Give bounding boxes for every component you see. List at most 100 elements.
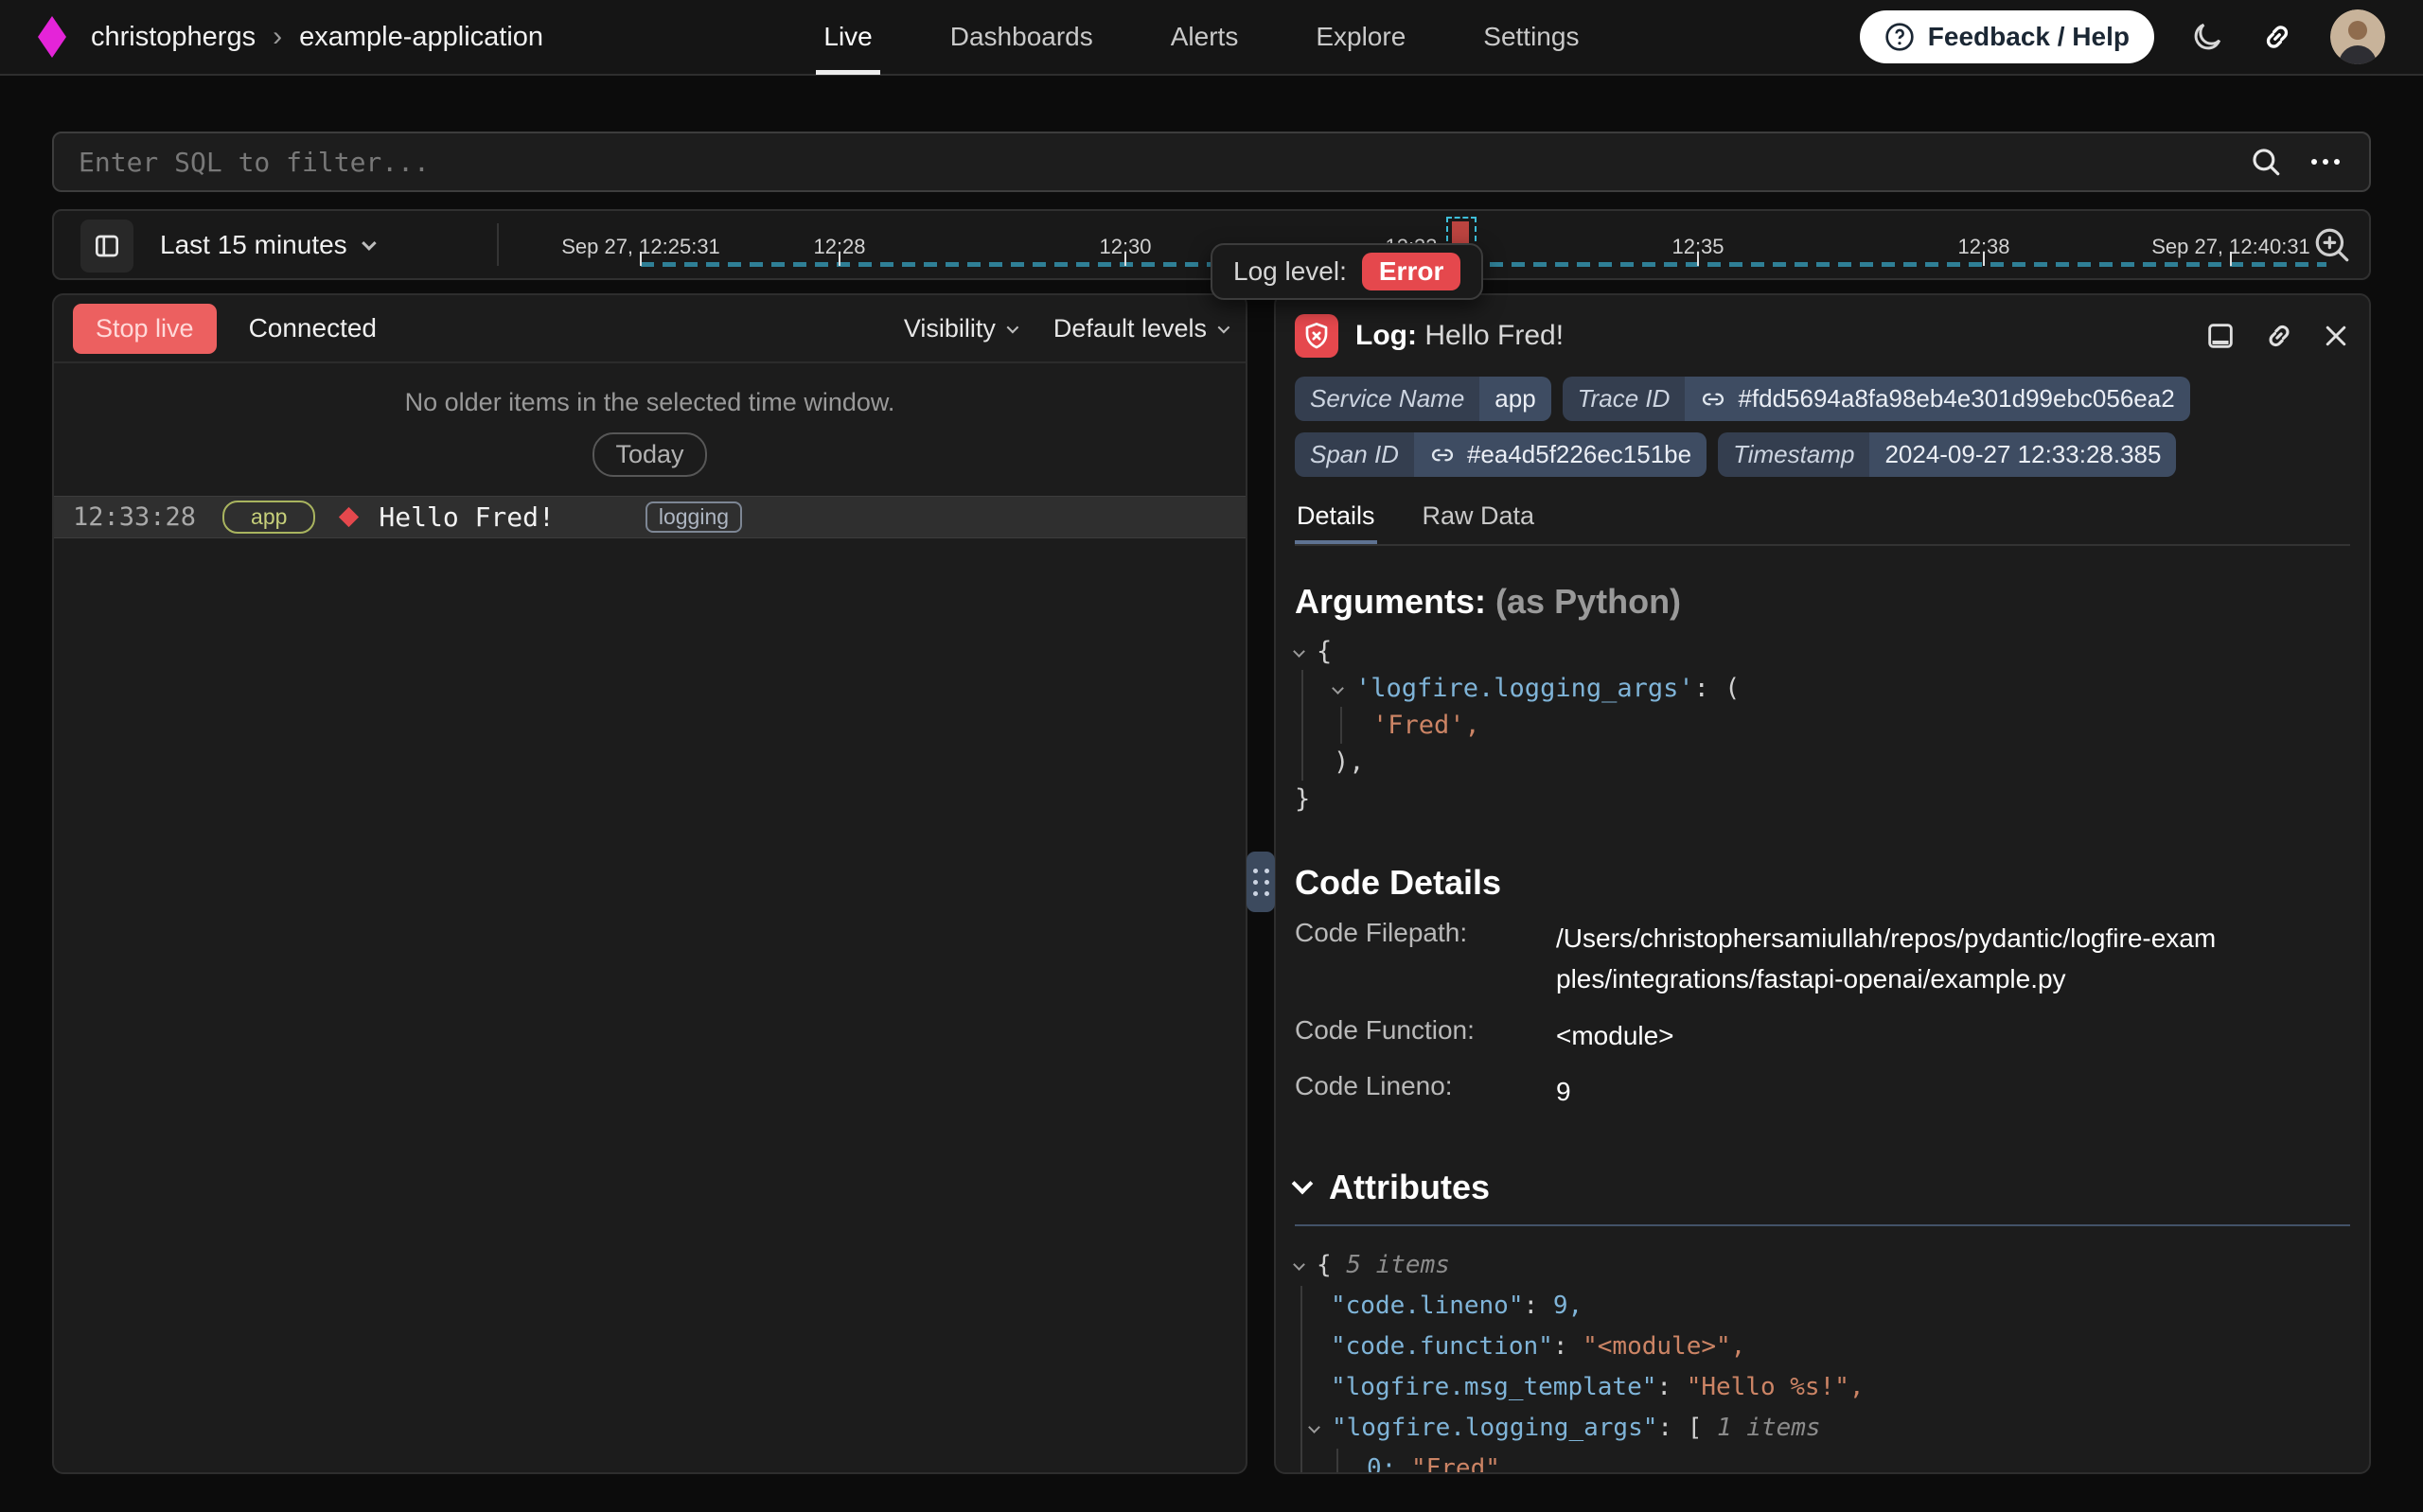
arguments-heading: Arguments: (as Python) xyxy=(1295,582,2350,622)
collapse-chevron-icon[interactable] xyxy=(1308,1421,1320,1433)
trace-id-badge: Trace ID #fdd5694a8fa98eb4e301d99ebc056e… xyxy=(1563,377,2190,421)
json-token: : xyxy=(1524,1292,1539,1320)
chevron-down-icon xyxy=(1292,1172,1314,1194)
more-options-icon[interactable] xyxy=(2307,146,2344,178)
log-title-text: Hello Fred! xyxy=(1424,320,1564,351)
nav-right-group: Feedback / Help xyxy=(1860,9,2385,64)
link-icon[interactable] xyxy=(1700,386,1726,413)
tab-live[interactable]: Live xyxy=(823,0,872,75)
log-title-prefix: Log: xyxy=(1355,320,1417,351)
breadcrumb-project[interactable]: example-application xyxy=(299,22,543,53)
tab-settings[interactable]: Settings xyxy=(1483,0,1579,75)
chevron-down-icon xyxy=(1218,321,1230,333)
panel-left-icon xyxy=(92,231,122,261)
badge-value: #ea4d5f226ec151be xyxy=(1467,440,1691,469)
stop-live-button[interactable]: Stop live xyxy=(73,304,217,354)
code-token: 'logfire.logging_args' xyxy=(1355,674,1694,703)
detail-tabs: Details Raw Data xyxy=(1295,501,2350,546)
live-feed-header: Stop live Connected Visibility Default l… xyxy=(54,295,1246,363)
tab-alerts[interactable]: Alerts xyxy=(1171,0,1239,75)
json-token: : xyxy=(1553,1332,1568,1361)
detail-content: Arguments: (as Python) { 'logfire.loggin… xyxy=(1276,582,2369,1474)
close-icon xyxy=(2322,322,2350,350)
code-filepath-label: Code Filepath: xyxy=(1295,918,1556,1000)
tab-details[interactable]: Details xyxy=(1295,501,1377,544)
attributes-json-tree: { 5 items "code.lineno": 9, "code.functi… xyxy=(1295,1245,2350,1474)
code-token: ), xyxy=(1334,747,1365,777)
attributes-divider xyxy=(1295,1224,2350,1226)
tab-explore[interactable]: Explore xyxy=(1316,0,1406,75)
sql-filter-input[interactable] xyxy=(79,147,2225,178)
visibility-dropdown[interactable]: Visibility xyxy=(904,314,1016,343)
log-level-error-badge: Error xyxy=(1362,253,1460,290)
collapse-chevron-icon[interactable] xyxy=(1332,682,1344,694)
share-link-button[interactable] xyxy=(2260,20,2294,54)
log-row[interactable]: 12:33:28 app Hello Fred! logging xyxy=(54,496,1246,538)
collapse-chevron-icon[interactable] xyxy=(1293,1258,1305,1271)
code-function-label: Code Function: xyxy=(1295,1015,1556,1056)
code-lineno-value: 9 xyxy=(1556,1071,1571,1112)
json-token: { xyxy=(1317,1251,1332,1279)
arguments-subheading: (as Python) xyxy=(1495,582,1681,621)
error-shield-icon xyxy=(1295,314,1338,358)
zoom-in-icon xyxy=(2312,225,2352,265)
code-token: } xyxy=(1295,784,1310,814)
log-detail-title: Log: Hello Fred! xyxy=(1355,320,1564,352)
panel-resize-handle[interactable] xyxy=(1247,852,1275,912)
tooltip-label: Log level: xyxy=(1233,256,1347,287)
json-value: "Hello %s!", xyxy=(1687,1373,1865,1401)
logfire-logo-icon[interactable] xyxy=(38,16,66,58)
badge-label: Timestamp xyxy=(1718,432,1869,477)
service-badge[interactable]: app xyxy=(222,501,315,534)
badge-label: Service Name xyxy=(1295,377,1479,421)
log-timestamp: 12:33:28 xyxy=(73,502,196,532)
copy-link-button[interactable] xyxy=(2263,320,2295,352)
sql-filter-bar xyxy=(52,132,2371,192)
today-button[interactable]: Today xyxy=(592,432,706,477)
empty-window-message: No older items in the selected time wind… xyxy=(54,388,1246,417)
json-value: "<module>", xyxy=(1583,1332,1745,1361)
log-level-tooltip: Log level: Error xyxy=(1211,243,1483,300)
avatar[interactable] xyxy=(2330,9,2385,64)
feedback-help-button[interactable]: Feedback / Help xyxy=(1860,10,2154,63)
timestamp-badge: Timestamp 2024-09-27 12:33:28.385 xyxy=(1718,432,2176,477)
link-icon[interactable] xyxy=(1429,442,1456,468)
service-name-badge: Service Name app xyxy=(1295,377,1551,421)
dock-panel-button[interactable] xyxy=(2204,320,2237,352)
breadcrumb-org[interactable]: christophergs xyxy=(91,22,256,53)
search-icon[interactable] xyxy=(2250,146,2282,178)
visibility-label: Visibility xyxy=(904,314,996,343)
connection-status: Connected xyxy=(249,313,377,343)
time-range-dropdown[interactable]: Last 15 minutes xyxy=(160,211,373,278)
feedback-help-label: Feedback / Help xyxy=(1928,22,2130,52)
badge-value: 2024-09-27 12:33:28.385 xyxy=(1869,432,2176,477)
theme-toggle-button[interactable] xyxy=(2190,20,2224,54)
tick-line xyxy=(1697,252,1699,266)
attributes-section-header[interactable]: Attributes xyxy=(1295,1168,2350,1207)
question-circle-icon xyxy=(1884,22,1915,52)
moon-icon xyxy=(2190,20,2224,54)
sidebar-toggle-button[interactable] xyxy=(80,220,133,273)
zoom-in-button[interactable] xyxy=(2312,225,2352,265)
log-detail-header: Log: Hello Fred! xyxy=(1276,295,2369,358)
default-levels-dropdown[interactable]: Default levels xyxy=(1053,314,1227,343)
logging-tag-badge[interactable]: logging xyxy=(646,501,742,533)
error-level-diamond-icon xyxy=(339,507,359,527)
code-token: 'Fred', xyxy=(1372,711,1480,740)
tick-line xyxy=(640,252,642,266)
tab-raw-data[interactable]: Raw Data xyxy=(1421,501,1537,544)
json-token: [ xyxy=(1688,1414,1703,1442)
timebar-divider xyxy=(497,223,499,266)
code-lineno-label: Code Lineno: xyxy=(1295,1071,1556,1112)
detail-header-actions xyxy=(2204,320,2350,352)
json-key: "logfire.logging_args" xyxy=(1332,1414,1657,1442)
badge-value: #fdd5694a8fa98eb4e301d99ebc056ea2 xyxy=(1738,384,2174,413)
close-detail-button[interactable] xyxy=(2322,322,2350,350)
tick-line xyxy=(1124,252,1126,266)
collapse-chevron-icon[interactable] xyxy=(1293,645,1305,658)
tab-dashboards[interactable]: Dashboards xyxy=(950,0,1093,75)
badge-value: app xyxy=(1479,377,1550,421)
top-nav: christophergs › example-application Live… xyxy=(0,0,2423,76)
code-detail-row: Code Filepath: /Users/christophersamiull… xyxy=(1295,918,2350,1000)
span-id-badge: Span ID #ea4d5f226ec151be xyxy=(1295,432,1707,477)
